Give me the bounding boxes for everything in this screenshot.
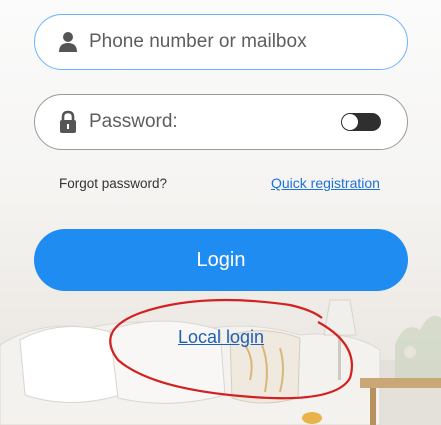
toggle-knob <box>342 114 358 130</box>
local-login-link[interactable]: Local login <box>178 327 264 348</box>
login-button[interactable]: Login <box>34 229 408 291</box>
phone-placeholder: Phone number or mailbox <box>89 31 307 52</box>
quick-registration-link[interactable]: Quick registration <box>271 175 380 191</box>
password-placeholder: Password: <box>89 111 178 132</box>
show-password-toggle[interactable] <box>341 113 381 131</box>
password-field[interactable]: Password: <box>34 94 408 150</box>
phone-or-email-field[interactable]: Phone number or mailbox <box>34 14 408 70</box>
forgot-password-link[interactable]: Forgot password? <box>59 176 167 191</box>
person-icon <box>57 30 79 54</box>
lock-icon <box>57 110 79 134</box>
